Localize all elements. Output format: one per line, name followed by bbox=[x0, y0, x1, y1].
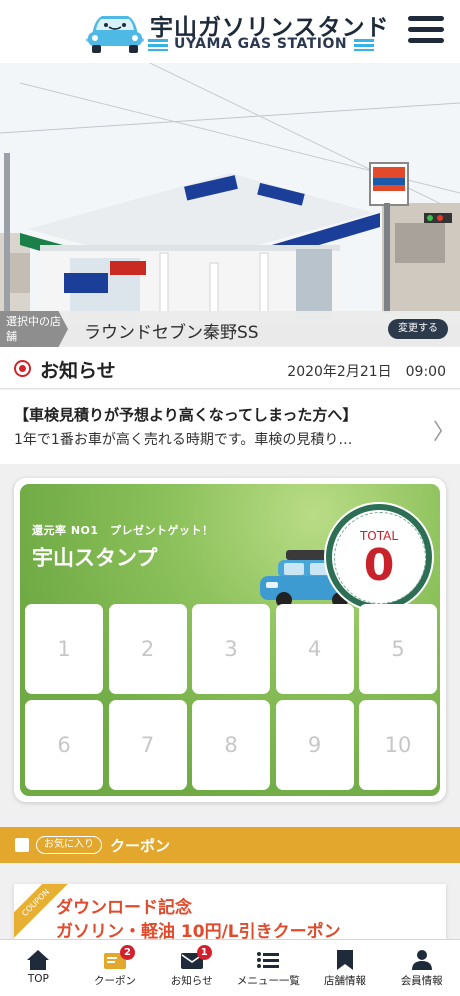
nav-menu-list[interactable]: メニュー一覧 bbox=[230, 940, 307, 996]
coupon-title: ダウンロード記念 bbox=[56, 898, 192, 918]
store-flag-icon bbox=[337, 950, 354, 970]
stamp-slot: 8 bbox=[192, 700, 270, 790]
nav-label: お知らせ bbox=[170, 975, 213, 987]
stamp-slot: 1 bbox=[25, 604, 103, 694]
app-screen: 宇山ガソリンスタンド UYAMA GAS STATION 選択中の店舗 ラウンド… bbox=[0, 0, 460, 996]
stripe-decoration-left bbox=[148, 39, 168, 51]
stamp-card-title: 宇山スタンプ bbox=[32, 546, 158, 570]
list-icon bbox=[257, 952, 280, 968]
stamp-card-subtitle: 還元率 NO1 プレゼントゲット！ bbox=[32, 524, 214, 537]
news-list-item[interactable]: 【車検見積りが予想より高くなってしまった方へ】 1年で1番お車が高く売れる時期で… bbox=[0, 390, 460, 464]
change-store-button[interactable]: 変更する bbox=[388, 319, 448, 339]
nav-member-info[interactable]: 会員情報 bbox=[383, 940, 460, 996]
stamp-slot: 10 bbox=[359, 700, 437, 790]
selected-store-tag: 選択中の店舗 bbox=[0, 311, 68, 347]
news-item-excerpt: 1年で1番お車が高く売れる時期です。車検の見積り… bbox=[14, 432, 353, 448]
nav-coupon[interactable]: 2 クーポン bbox=[77, 940, 154, 996]
nav-top[interactable]: TOP bbox=[0, 940, 77, 996]
coupon-section-title: クーポン bbox=[110, 837, 171, 855]
nav-label: 会員情報 bbox=[400, 975, 443, 987]
app-title-en: UYAMA GAS STATION bbox=[174, 36, 348, 52]
stamp-grid: 1 2 3 4 5 6 7 8 9 10 bbox=[25, 604, 437, 792]
news-item-title: 【車検見積りが予想より高くなってしまった方へ】 bbox=[14, 406, 358, 424]
nav-label: 店舗情報 bbox=[324, 975, 367, 987]
gas-station-illustration bbox=[0, 63, 460, 345]
stamp-slot: 4 bbox=[275, 604, 354, 694]
app-title-en-row: UYAMA GAS STATION bbox=[148, 36, 376, 54]
nav-news[interactable]: 1 お知らせ bbox=[153, 940, 230, 996]
chevron-right-icon: 〉 bbox=[433, 420, 456, 445]
total-stamp-counter: TOTAL 0 bbox=[326, 504, 432, 610]
coupon-badge: 2 bbox=[120, 945, 135, 960]
news-badge: 1 bbox=[196, 945, 212, 960]
nav-store-info[interactable]: 店舗情報 bbox=[307, 940, 384, 996]
favorite-chip[interactable]: お気に入り bbox=[36, 836, 102, 854]
news-date: 2020年2月21日 09:00 bbox=[287, 364, 446, 380]
selected-store-bar: 選択中の店舗 ラウンドセブン秦野SS 変更する bbox=[0, 311, 460, 347]
stamp-slot: 9 bbox=[275, 700, 354, 790]
nav-label: メニュー一覧 bbox=[236, 975, 300, 987]
bottom-navigation: TOP 2 クーポン 1 お知らせ メニュー一覧 店舗情報 会員情報 bbox=[0, 939, 460, 996]
app-header: 宇山ガソリンスタンド UYAMA GAS STATION bbox=[0, 0, 460, 63]
news-header: お知らせ 2020年2月21日 09:00 bbox=[0, 347, 460, 389]
news-heading: お知らせ bbox=[40, 360, 116, 382]
stripe-decoration-right bbox=[354, 39, 374, 51]
smiling-car-logo-icon[interactable] bbox=[84, 8, 146, 54]
total-value: 0 bbox=[363, 540, 395, 591]
stamp-card[interactable]: 還元率 NO1 プレゼントゲット！ 宇山スタンプ TOTAL 0 1 2 3 4… bbox=[14, 478, 446, 802]
stamp-slot: 3 bbox=[192, 604, 270, 694]
coupon-square-icon bbox=[15, 838, 29, 852]
stamp-slot: 6 bbox=[25, 700, 103, 790]
nav-label: クーポン bbox=[94, 975, 136, 987]
stamp-slot: 7 bbox=[108, 700, 187, 790]
stamp-slot: 5 bbox=[359, 604, 437, 694]
nav-label: TOP bbox=[27, 973, 49, 985]
person-icon bbox=[411, 950, 432, 970]
selected-store-name: ラウンドセブン秦野SS bbox=[84, 323, 259, 343]
target-icon bbox=[14, 360, 31, 377]
hamburger-menu-icon[interactable] bbox=[408, 16, 444, 46]
stamp-slot: 2 bbox=[108, 604, 187, 694]
stamp-card-background: 還元率 NO1 プレゼントゲット！ 宇山スタンプ TOTAL 0 1 2 3 4… bbox=[20, 484, 440, 796]
coupon-section-header: お気に入り クーポン bbox=[0, 827, 460, 863]
gas-station-photo bbox=[0, 63, 460, 345]
home-icon bbox=[27, 950, 50, 970]
